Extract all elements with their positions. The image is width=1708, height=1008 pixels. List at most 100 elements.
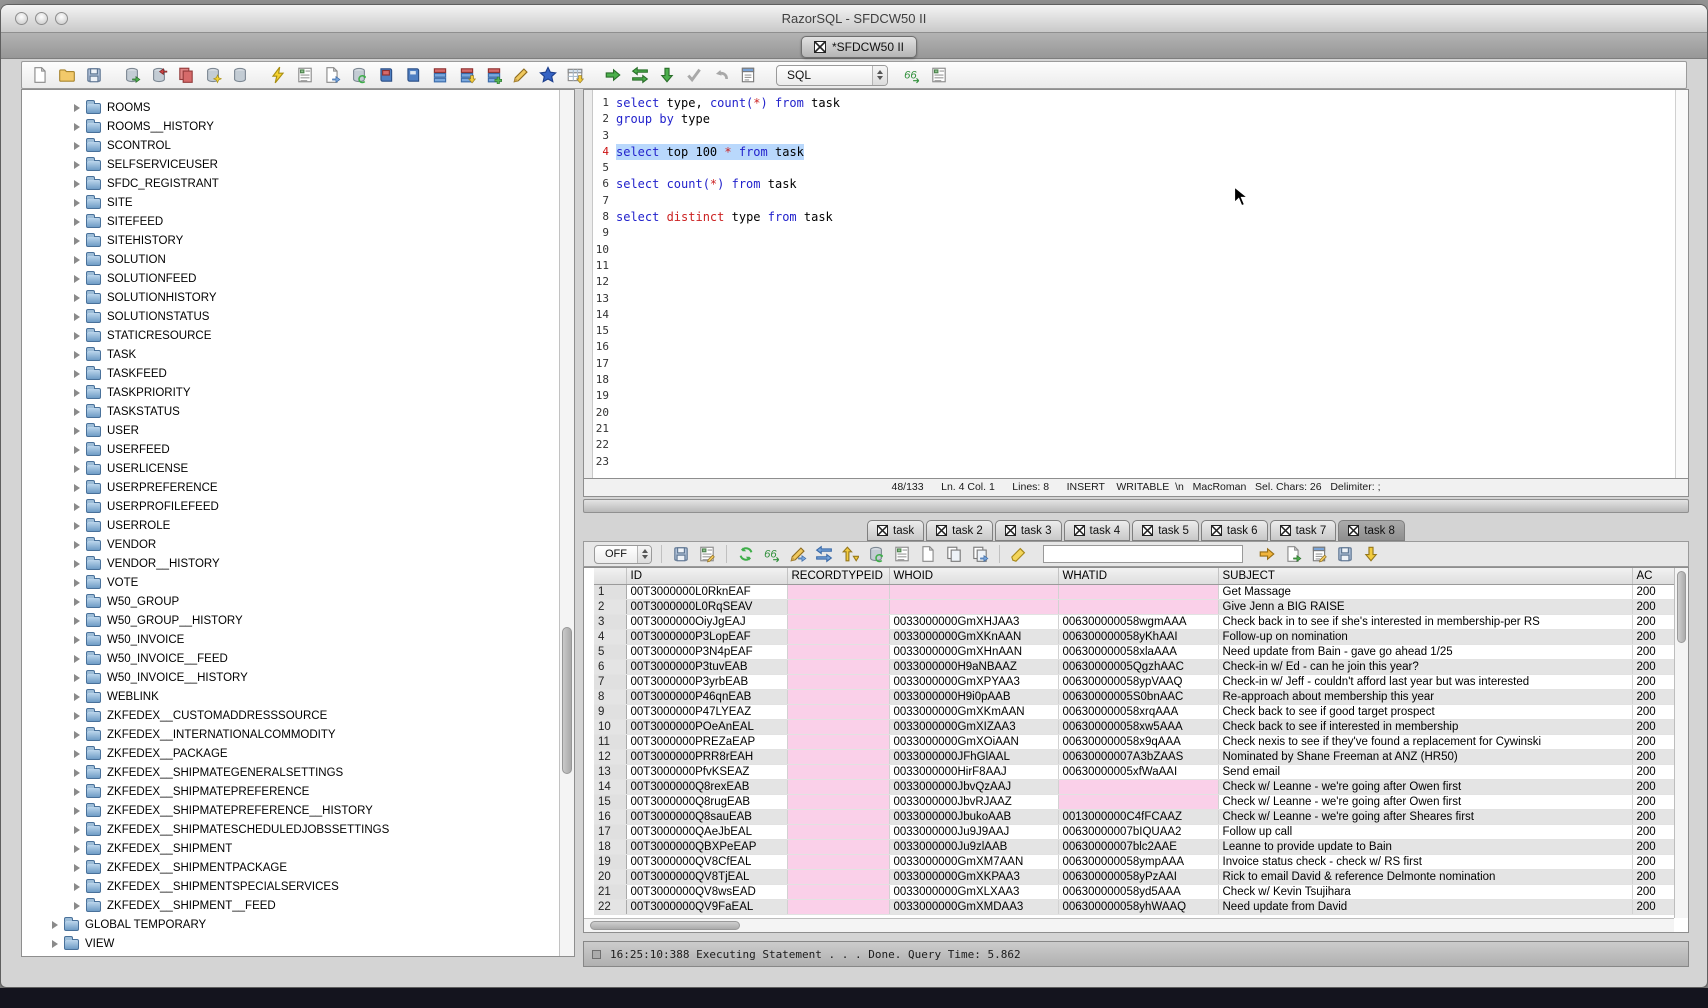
close-tab-icon[interactable] [1074,525,1085,536]
disclosure-triangle-icon[interactable] [74,427,80,435]
table-cell[interactable]: 0033000000GmXHJAA3 [889,614,1058,629]
table-cell[interactable] [889,584,1058,599]
results-vertical-scrollbar[interactable] [1674,568,1688,918]
table-cell[interactable] [787,899,889,914]
disclosure-triangle-icon[interactable] [74,636,80,644]
table-cell[interactable]: 200 [1632,764,1676,779]
table-cell[interactable]: 200 [1632,854,1676,869]
disclosure-triangle-icon[interactable] [74,750,80,758]
editor-line[interactable]: 14 [594,307,1674,323]
table-cell[interactable]: Follow-up on nomination [1218,629,1632,644]
table-row[interactable]: 100T3000000L0RknEAFGet Massage200 [594,584,1676,599]
sidebar-item-rooms-history[interactable]: ROOMS__HISTORY [22,117,559,136]
table-cell[interactable]: 00T3000000PRR8rEAH [626,749,787,764]
table-row[interactable]: 1200T3000000PRR8rEAH0033000000JFhGlAAL00… [594,749,1676,764]
table-cell[interactable] [889,599,1058,614]
table-cell[interactable] [787,749,889,764]
sort-rows-button[interactable] [840,544,860,564]
editor-line[interactable]: 2group by type [594,111,1674,127]
table-cell[interactable] [787,689,889,704]
sidebar-item-w50-group-history[interactable]: W50_GROUP__HISTORY [22,611,559,630]
edit-query-button[interactable] [511,65,531,85]
code-text[interactable]: select distinct type from task [616,209,833,225]
table-cell[interactable]: 00630000007A3bZAAS [1058,749,1218,764]
table-cell[interactable]: 006300000058yhWAAQ [1058,899,1218,914]
sidebar-item-staticresource[interactable]: STATICRESOURCE [22,326,559,345]
table-cell[interactable]: 006300000058ympAAA [1058,854,1218,869]
table-cell[interactable]: 0033000000Ju9J9AAJ [889,824,1058,839]
table-cell[interactable]: 200 [1632,779,1676,794]
sidebar-item-sitefeed[interactable]: SITEFEED [22,212,559,231]
sidebar-item-w50-invoice[interactable]: W50_INVOICE [22,630,559,649]
table-row[interactable]: 500T3000000P3N4pEAF0033000000GmXHnAAN006… [594,644,1676,659]
table-cell[interactable] [787,734,889,749]
table-cell[interactable]: 00T3000000L0RqSEAV [626,599,787,614]
table-cell[interactable]: 0033000000GmXHnAAN [889,644,1058,659]
disclosure-triangle-icon[interactable] [74,522,80,530]
table-cell[interactable]: Re-approach about membership this year [1218,689,1632,704]
row-number-cell[interactable]: 11 [594,734,626,749]
table-row[interactable]: 1800T3000000QBXPeEAP0033000000Ju9zlAAB00… [594,839,1676,854]
table-cell[interactable]: Send email [1218,764,1632,779]
table-cell[interactable]: 00T3000000QV8CfEAL [626,854,787,869]
copy-table-data-button[interactable] [970,544,990,564]
table-cell[interactable]: 200 [1632,704,1676,719]
code-text[interactable]: select type, count(*) from task [616,95,840,111]
table-cell[interactable]: 006300000058xlaAAA [1058,644,1218,659]
describe-table-button[interactable] [295,65,315,85]
table-cell[interactable]: 00T3000000P46qnEAB [626,689,787,704]
close-tab-icon[interactable] [1280,525,1291,536]
sidebar-item-vote[interactable]: VOTE [22,573,559,592]
results-vscrollbar-thumb[interactable] [1677,571,1686,643]
sidebar-item-zkfedex-shipmatepreference[interactable]: ZKFEDEX__SHIPMATEPREFERENCE [22,782,559,801]
table-cell[interactable]: 00T3000000QV9FaEAL [626,899,787,914]
editor-line[interactable]: 15 [594,323,1674,339]
table-cell[interactable]: 200 [1632,869,1676,884]
row-number-cell[interactable]: 10 [594,719,626,734]
disclosure-triangle-icon[interactable] [74,218,80,226]
table-cell[interactable]: 00T3000000Q8rexEAB [626,779,787,794]
table-cell[interactable] [787,839,889,854]
table-cell[interactable]: Check back to see if interested in membe… [1218,719,1632,734]
table-cell[interactable]: 200 [1632,734,1676,749]
table-cell[interactable]: Check back to see if good target prospec… [1218,704,1632,719]
disclosure-triangle-icon[interactable] [74,731,80,739]
editor-line[interactable]: 9 [594,225,1674,241]
table-row[interactable]: 200T3000000L0RqSEAVGive Jenn a BIG RAISE… [594,599,1676,614]
table-cell[interactable]: 006300000058yd5AAA [1058,884,1218,899]
table-cell[interactable]: Nominated by Shane Freeman at ANZ (HR50) [1218,749,1632,764]
commit-button[interactable] [684,65,704,85]
sidebar-item-scontrol[interactable]: SCONTROL [22,136,559,155]
table-cell[interactable]: Leanne to provide update to Bain [1218,839,1632,854]
sidebar-item-zkfedex-shipmentpackage[interactable]: ZKFEDEX__SHIPMENTPACKAGE [22,858,559,877]
disclosure-triangle-icon[interactable] [74,712,80,720]
table-cell[interactable] [787,764,889,779]
save-file-button[interactable] [84,65,104,85]
disclosure-triangle-icon[interactable] [74,237,80,245]
table-cell[interactable]: Check-in w/ Jeff - couldn't afford last … [1218,674,1632,689]
row-number-cell[interactable]: 7 [594,674,626,689]
disclosure-triangle-icon[interactable] [74,446,80,454]
editor-line[interactable]: 1select type, count(*) from task [594,95,1674,111]
results-hscrollbar-thumb[interactable] [590,921,740,930]
table-cell[interactable] [787,854,889,869]
disconnect-db-button[interactable] [149,65,169,85]
table-cell[interactable]: 200 [1632,839,1676,854]
sidebar-item-rooms[interactable]: ROOMS [22,98,559,117]
results-horizontal-scrollbar[interactable] [584,918,1674,932]
table-cell[interactable]: 200 [1632,884,1676,899]
table-cell[interactable]: 0033000000GmXIZAA3 [889,719,1058,734]
table-cell[interactable]: Invoice status check - check w/ RS first [1218,854,1632,869]
row-number-cell[interactable]: 6 [594,659,626,674]
disclosure-triangle-icon[interactable] [74,560,80,568]
table-cell[interactable]: 0033000000JbvQzAAJ [889,779,1058,794]
table-cell[interactable] [787,794,889,809]
table-cell[interactable] [787,614,889,629]
refresh-connection-button[interactable] [349,65,369,85]
sql-mode-select[interactable]: SQL [776,65,888,86]
help-book-button[interactable] [403,65,423,85]
table-cell[interactable]: Check-in w/ Ed - can he join this year? [1218,659,1632,674]
disclosure-triangle-icon[interactable] [74,294,80,302]
table-cell[interactable]: Rick to email David & reference Delmonte… [1218,869,1632,884]
download-data-button[interactable] [1361,544,1381,564]
